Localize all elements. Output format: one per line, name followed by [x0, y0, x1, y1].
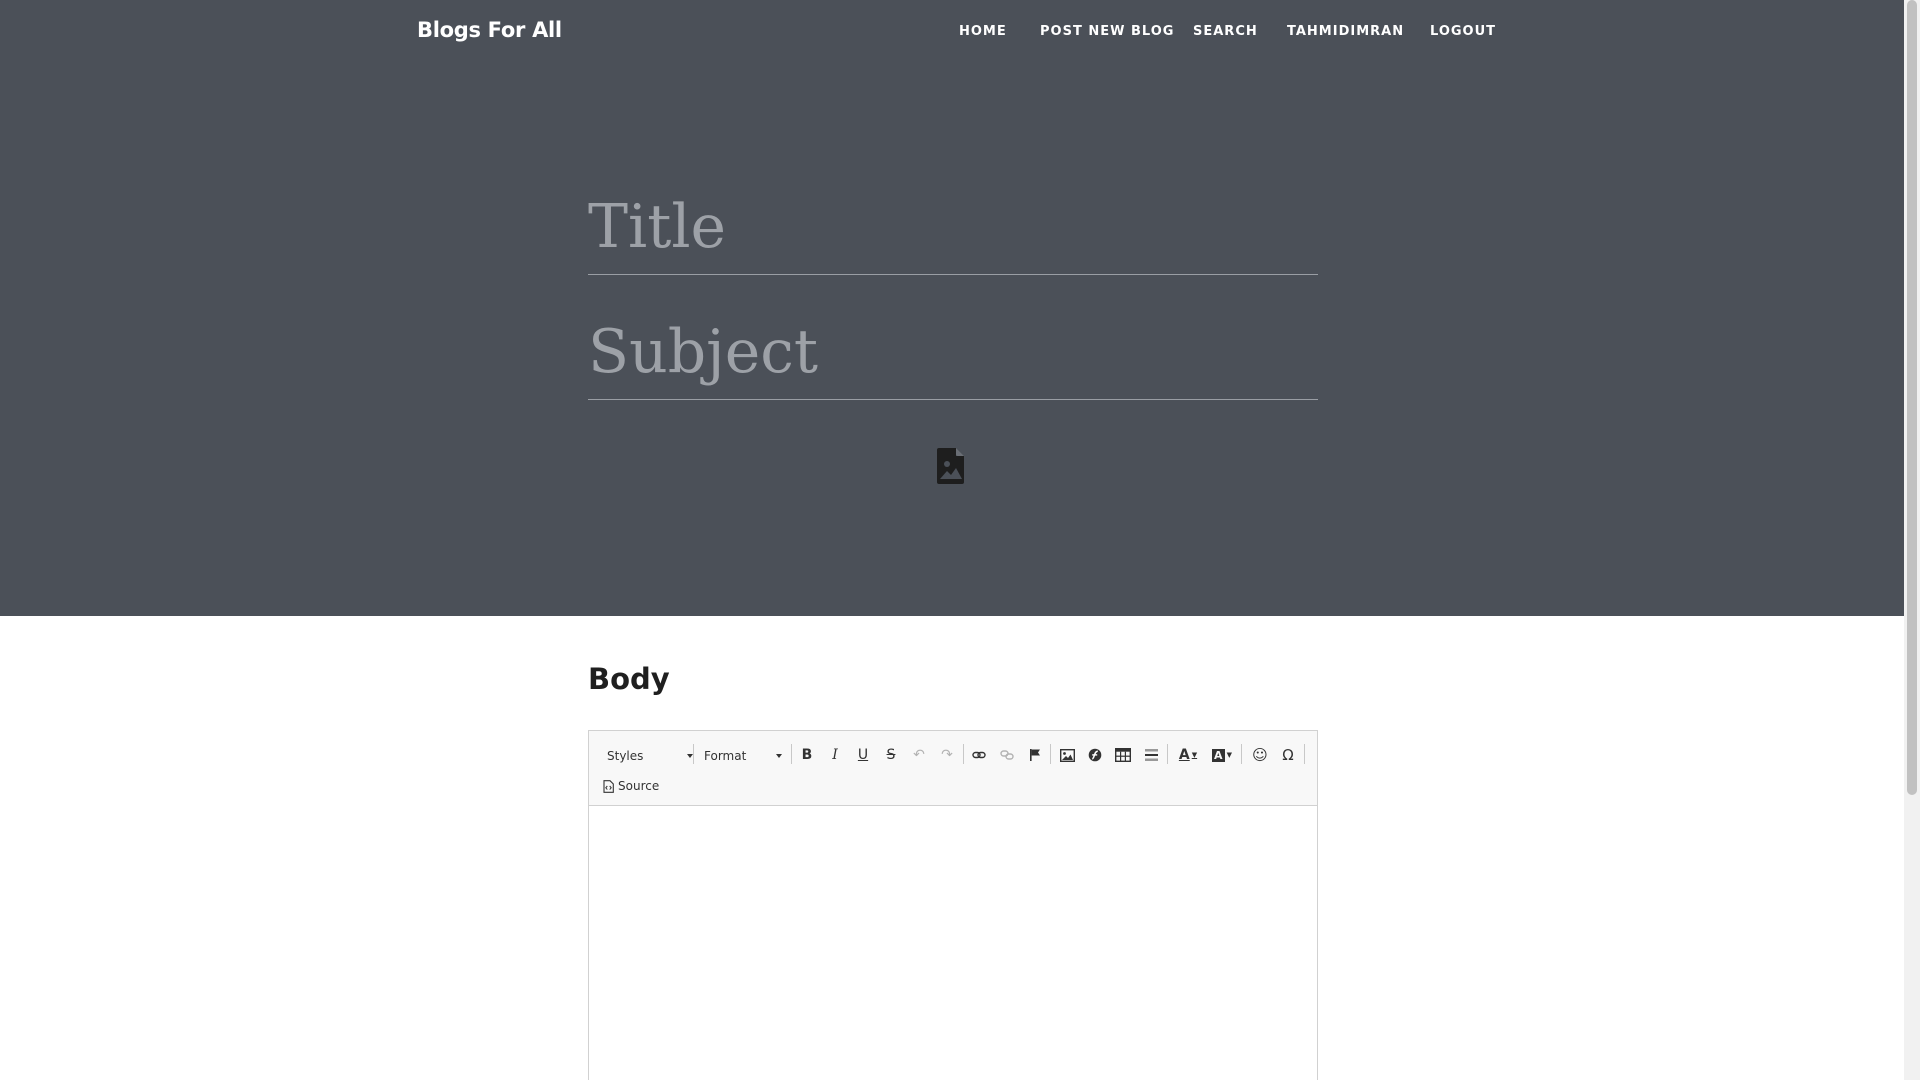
italic-icon: I [832, 747, 838, 763]
background-color-button[interactable]: A ▼ [1207, 743, 1237, 767]
horizontal-line-button[interactable] [1139, 743, 1163, 767]
horizontal-line-icon [1144, 749, 1158, 761]
image-icon [1059, 748, 1075, 762]
source-label: Source [618, 779, 660, 793]
toolbar-separator [1304, 744, 1305, 764]
unlink-button[interactable] [995, 743, 1019, 767]
text-color-button[interactable]: A ▼ [1173, 743, 1203, 767]
body-heading: Body [588, 662, 670, 696]
undo-icon: ↶ [913, 747, 925, 763]
styles-dropdown-label: Styles [607, 749, 644, 763]
background-color-icon: A [1212, 748, 1225, 762]
chevron-down-icon: ▼ [1226, 751, 1232, 759]
editor-content-area[interactable] [589, 806, 1317, 1081]
bold-button[interactable]: B [795, 743, 819, 767]
nav-user-profile[interactable]: TAHMIDIMRAN [1287, 24, 1404, 39]
flag-icon [1030, 749, 1040, 761]
smiley-button[interactable]: ☺ [1248, 743, 1272, 767]
undo-button[interactable]: ↶ [907, 743, 931, 767]
chevron-down-icon [776, 754, 782, 758]
italic-button[interactable]: I [823, 743, 847, 767]
toolbar-separator [1167, 744, 1168, 764]
source-icon [603, 779, 614, 793]
table-icon [1115, 748, 1131, 762]
anchor-button[interactable] [1023, 743, 1047, 767]
special-char-button[interactable]: Ω [1276, 743, 1300, 767]
subject-input[interactable] [588, 305, 1318, 400]
toolbar-separator [693, 744, 694, 764]
link-icon [972, 751, 986, 759]
scrollbar-thumb[interactable] [1907, 0, 1917, 795]
text-color-icon: A [1178, 747, 1190, 763]
title-input[interactable] [588, 180, 1318, 275]
redo-button[interactable]: ↷ [935, 743, 959, 767]
smiley-icon: ☺ [1252, 746, 1268, 764]
table-button[interactable] [1111, 743, 1135, 767]
image-file-icon[interactable] [936, 447, 966, 485]
strikethrough-button[interactable]: S [879, 743, 903, 767]
brand-logo[interactable]: Blogs For All [417, 18, 562, 42]
omega-icon: Ω [1282, 746, 1294, 764]
redo-icon: ↷ [941, 747, 953, 763]
page-scrollbar[interactable] [1904, 0, 1920, 1080]
rich-text-editor: Styles Format B I U S ↶ ↷ A ▼ A ▼ ☺ Ω So… [588, 730, 1318, 1081]
toolbar-separator [1241, 744, 1242, 764]
underline-icon: U [857, 747, 869, 763]
source-button[interactable]: Source [603, 776, 659, 796]
bold-icon: B [801, 747, 813, 763]
toolbar-separator [963, 744, 964, 764]
image-button[interactable] [1055, 743, 1079, 767]
toolbar-separator [1050, 744, 1051, 764]
link-button[interactable] [967, 743, 991, 767]
hero-header: Blogs For All HOME POST NEW BLOG SEARCH … [0, 0, 1904, 616]
toolbar-separator [791, 744, 792, 764]
nav-home[interactable]: HOME [959, 24, 1007, 39]
styles-dropdown[interactable]: Styles [599, 743, 699, 769]
unlink-icon [1000, 750, 1014, 760]
editor-toolbar: Styles Format B I U S ↶ ↷ A ▼ A ▼ ☺ Ω So… [589, 731, 1317, 806]
format-dropdown[interactable]: Format [696, 743, 788, 769]
underline-button[interactable]: U [851, 743, 875, 767]
flash-button[interactable] [1083, 743, 1107, 767]
nav-search[interactable]: SEARCH [1193, 24, 1258, 39]
strikethrough-icon: S [886, 747, 896, 763]
format-dropdown-label: Format [704, 749, 747, 763]
nav-post-new-blog[interactable]: POST NEW BLOG [1040, 24, 1174, 39]
flash-icon [1088, 748, 1102, 762]
nav-logout[interactable]: LOGOUT [1430, 24, 1496, 39]
chevron-down-icon: ▼ [1191, 751, 1198, 759]
